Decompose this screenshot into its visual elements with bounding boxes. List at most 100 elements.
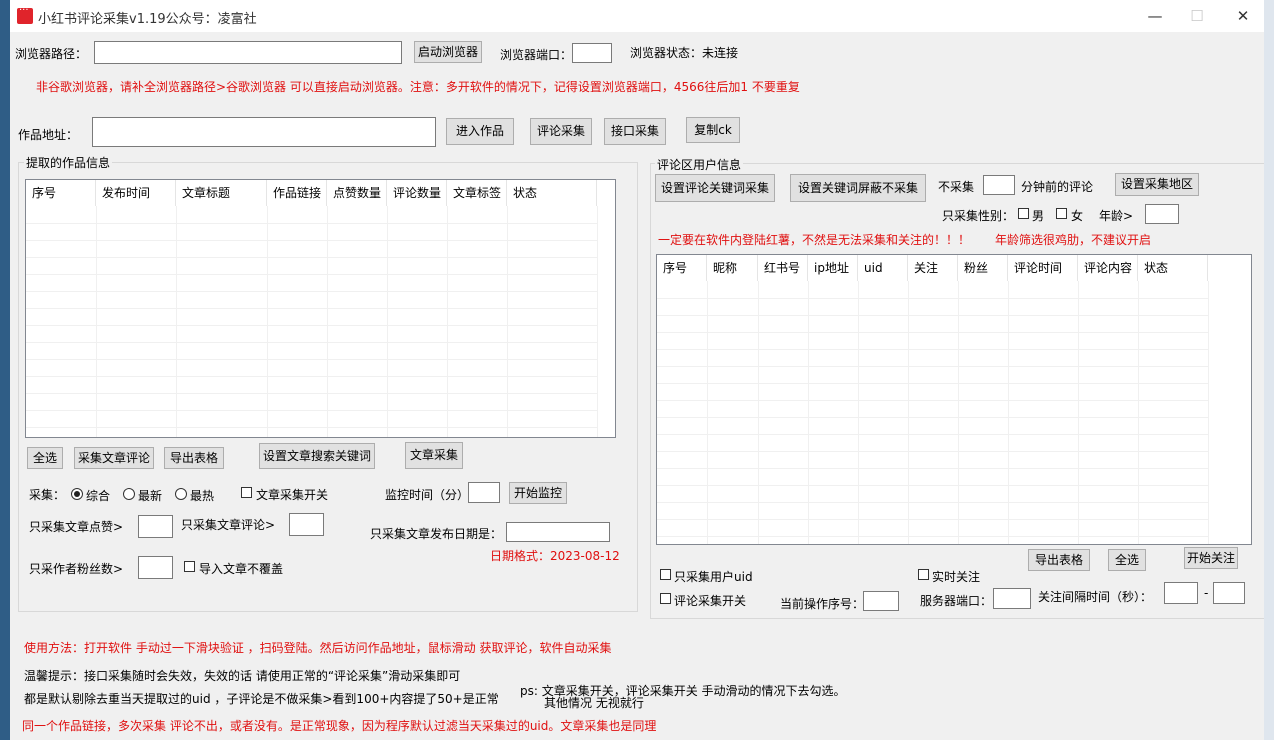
right-export-button[interactable]: 导出表格 <box>1028 549 1090 571</box>
column-header[interactable]: 昵称 <box>707 255 758 281</box>
import-no-overwrite-label: 导入文章不覆盖 <box>199 562 284 576</box>
grid-line <box>958 281 959 544</box>
grid-line <box>657 383 1208 384</box>
set-article-keywords-button[interactable]: 设置文章搜索关键词 <box>259 443 375 469</box>
set-comment-keywords-button[interactable]: 设置评论关键词采集 <box>655 174 775 202</box>
api-collect-button[interactable]: 接口采集 <box>604 118 666 145</box>
column-header[interactable]: 发布时间 <box>96 180 176 206</box>
column-header[interactable]: 关注 <box>908 255 958 281</box>
right-panel-title: 评论区用户信息 <box>655 156 744 173</box>
comment-user-table[interactable]: 序号 昵称 红书号 ip地址 uid 关注 粉丝 评论时间 评论内容 状态 <box>656 254 1252 545</box>
left-export-button[interactable]: 导出表格 <box>164 447 224 469</box>
grid-line <box>267 206 268 437</box>
column-header[interactable]: ip地址 <box>808 255 858 281</box>
tip-dedup: 都是默认剔除去重当天提取过的uid ，子评论是不做采集>看到100+内容提了50… <box>24 692 499 706</box>
follow-interval-min-input[interactable] <box>1164 582 1198 604</box>
grid-line <box>657 298 1208 299</box>
realtime-follow-checkbox[interactable] <box>918 569 929 580</box>
grid-line <box>758 281 759 544</box>
column-header[interactable]: 评论时间 <box>1008 255 1078 281</box>
column-header[interactable]: 序号 <box>26 180 96 206</box>
browser-port-input[interactable] <box>572 43 612 63</box>
follow-interval-label: 关注间隔时间（秒）： <box>1038 590 1153 604</box>
grid-line <box>657 349 1208 350</box>
grid-line <box>657 451 1208 452</box>
browser-status-label: 浏览器状态： <box>630 46 703 60</box>
grid-line <box>908 281 909 544</box>
only-uid-label: 只采集用户uid <box>674 570 753 584</box>
right-select-all-button[interactable]: 全选 <box>1108 549 1146 571</box>
browser-path-input[interactable] <box>94 41 402 64</box>
comment-collect-button[interactable]: 评论采集 <box>530 118 592 145</box>
grid-line <box>657 315 1208 316</box>
column-header[interactable]: 文章标签 <box>447 180 507 206</box>
sort-label: 综合 <box>86 489 111 503</box>
grid-line <box>26 342 597 343</box>
grid-line <box>26 274 597 275</box>
grid-line <box>26 223 597 224</box>
minimize-button[interactable]: — <box>1140 6 1170 26</box>
launch-browser-button[interactable]: 启动浏览器 <box>414 41 482 63</box>
copy-ck-button[interactable]: 复制ck <box>686 117 740 143</box>
tip-api-collect: 温馨提示：接口采集随时会失效，失效的话 请使用正常的“评论采集”滑动采集即可 <box>24 669 461 683</box>
set-block-keywords-button[interactable]: 设置关键词屏蔽不采集 <box>790 174 926 202</box>
collect-sort-label: 采集： <box>29 488 66 502</box>
column-header[interactable]: 评论数量 <box>387 180 447 206</box>
left-select-all-button[interactable]: 全选 <box>27 447 63 469</box>
age-label: 年龄> <box>1099 209 1134 223</box>
min-fans-input[interactable] <box>138 556 173 579</box>
age-input[interactable] <box>1145 204 1179 224</box>
min-comments-input[interactable] <box>289 513 324 536</box>
collect-article-comments-button[interactable]: 采集文章评论 <box>74 447 154 469</box>
column-header[interactable]: 文章标题 <box>176 180 267 206</box>
column-header[interactable]: 序号 <box>657 255 707 281</box>
start-monitor-button[interactable]: 开始监控 <box>509 482 567 504</box>
app-icon <box>17 5 33 24</box>
left-panel-title: 提取的作品信息 <box>24 154 113 171</box>
only-uid-checkbox[interactable] <box>660 569 671 580</box>
column-header[interactable]: 作品链接 <box>267 180 327 206</box>
column-header[interactable]: uid <box>858 255 908 281</box>
male-checkbox[interactable] <box>1018 208 1029 219</box>
date-format-note: 日期格式：2023-08-12 <box>490 549 620 563</box>
column-header[interactable]: 点赞数量 <box>327 180 387 206</box>
maximize-button[interactable]: ☐ <box>1182 6 1212 26</box>
sort-radio-comprehensive[interactable] <box>71 488 83 500</box>
grid-line <box>387 206 388 437</box>
article-table[interactable]: 序号 发布时间 文章标题 作品链接 点赞数量 评论数量 文章标签 状态 <box>25 179 616 438</box>
grid-line <box>1078 281 1079 544</box>
grid-line <box>507 206 508 437</box>
grid-line <box>96 206 97 437</box>
follow-interval-max-input[interactable] <box>1213 582 1245 604</box>
grid-line <box>1008 281 1009 544</box>
column-header[interactable]: 状态 <box>1138 255 1208 281</box>
comment-switch-checkbox[interactable] <box>660 593 671 604</box>
article-collect-button[interactable]: 文章采集 <box>405 442 463 469</box>
female-checkbox[interactable] <box>1056 208 1067 219</box>
min-comments-label: 只采集文章评论> <box>181 518 276 532</box>
monitor-time-input[interactable] <box>468 482 500 503</box>
article-switch-checkbox[interactable] <box>241 487 252 498</box>
current-index-input[interactable] <box>863 591 899 611</box>
article-switch-label: 文章采集开关 <box>256 488 329 502</box>
sort-radio-hottest[interactable] <box>175 488 187 500</box>
column-header[interactable]: 粉丝 <box>958 255 1008 281</box>
set-region-button[interactable]: 设置采集地区 <box>1115 173 1199 196</box>
column-header[interactable]: 评论内容 <box>1078 255 1138 281</box>
gender-label: 只采集性别： <box>942 209 1015 223</box>
column-header[interactable]: 状态 <box>507 180 597 206</box>
work-url-input[interactable] <box>92 117 436 147</box>
server-port-input[interactable] <box>993 588 1031 609</box>
start-follow-button[interactable]: 开始关注 <box>1184 547 1238 569</box>
close-button[interactable]: ✕ <box>1228 6 1258 26</box>
desktop-background-left <box>0 0 10 740</box>
skip-minutes-input[interactable] <box>983 175 1015 195</box>
grid-line <box>707 281 708 544</box>
enter-work-button[interactable]: 进入作品 <box>446 118 514 145</box>
publish-date-input[interactable] <box>506 522 610 542</box>
column-header[interactable]: 红书号 <box>758 255 808 281</box>
min-likes-input[interactable] <box>138 515 173 538</box>
sort-radio-latest[interactable] <box>123 488 135 500</box>
login-warning: 一定要在软件内登陆红薯，不然是无法采集和关注的！！！ <box>658 233 971 247</box>
import-no-overwrite-checkbox[interactable] <box>184 561 195 572</box>
